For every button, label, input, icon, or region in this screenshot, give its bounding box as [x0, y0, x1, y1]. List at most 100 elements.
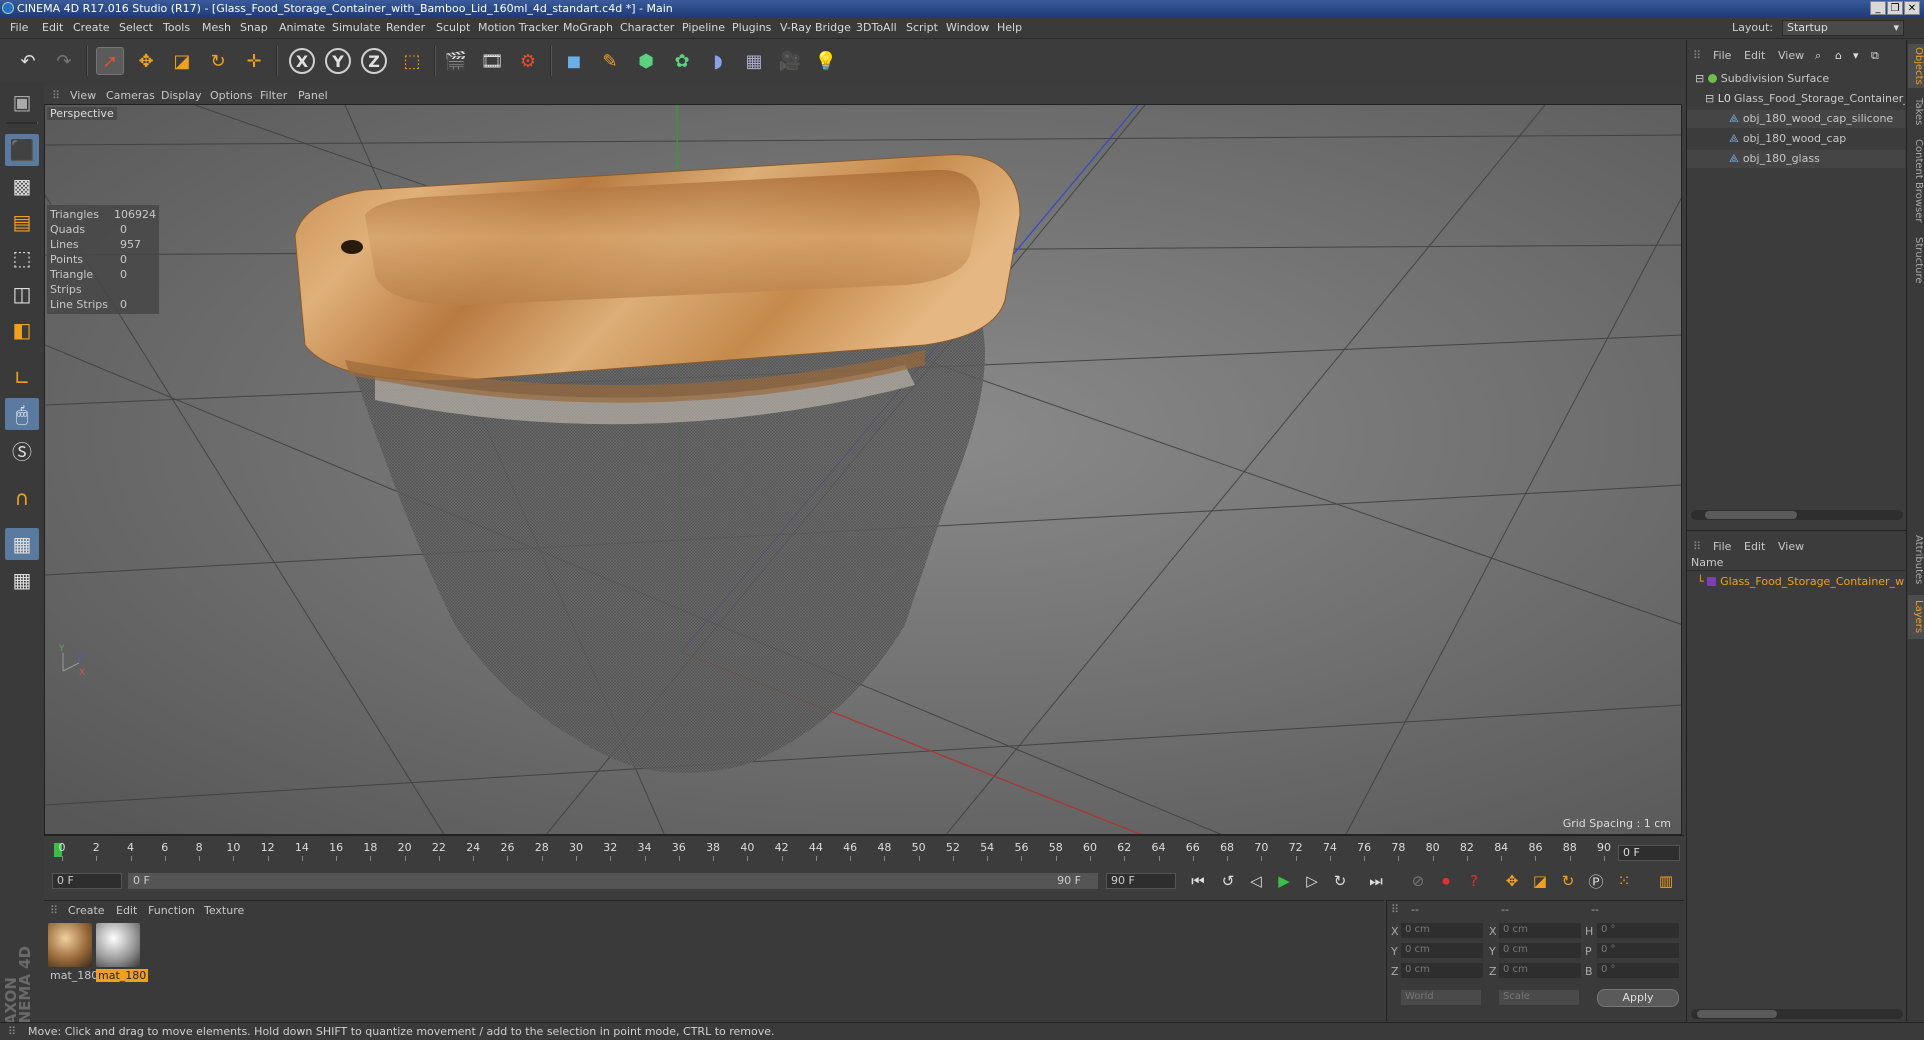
- layer-menu-file[interactable]: File: [1713, 540, 1731, 553]
- horizontal-scrollbar[interactable]: [1691, 510, 1903, 520]
- scrollbar-thumb[interactable]: [1697, 1010, 1777, 1018]
- menu-select[interactable]: Select: [119, 21, 153, 34]
- cube-object-icon[interactable]: ◼: [560, 47, 588, 75]
- scale-icon[interactable]: ◪: [168, 47, 196, 75]
- menu-script[interactable]: Script: [906, 21, 938, 34]
- drag-handle-icon[interactable]: ⠿: [50, 904, 58, 917]
- end-frame-field[interactable]: 90 F: [1106, 873, 1176, 889]
- tree-item-subdivision-surface[interactable]: ⊟ Subdivision Surface: [1687, 70, 1905, 88]
- horizontal-scrollbar[interactable]: [1691, 1009, 1903, 1019]
- viewport-menu-view[interactable]: View: [70, 89, 96, 102]
- previous-frame-icon[interactable]: ◁: [1244, 870, 1268, 892]
- make-editable-icon[interactable]: ▣: [5, 86, 39, 118]
- menu-file[interactable]: File: [10, 21, 28, 34]
- drag-handle-icon[interactable]: ⠿: [1391, 903, 1399, 916]
- close-button[interactable]: ✕: [1904, 1, 1920, 15]
- key-rotation-icon[interactable]: ↻: [1556, 870, 1580, 892]
- viewport-menu-cameras[interactable]: Cameras: [106, 89, 155, 102]
- minimize-button[interactable]: _: [1870, 1, 1886, 15]
- layer-color-swatch[interactable]: [1707, 577, 1717, 586]
- rotation-b-field[interactable]: 0 °: [1597, 963, 1679, 978]
- viewport-menu-panel[interactable]: Panel: [298, 89, 328, 102]
- scrollbar-thumb[interactable]: [1705, 511, 1797, 519]
- menu-edit[interactable]: Edit: [42, 21, 63, 34]
- material-swatch-glass[interactable]: [96, 923, 140, 967]
- record-keys-icon[interactable]: ⏺: [1434, 870, 1458, 892]
- menu-tools[interactable]: Tools: [163, 21, 190, 34]
- go-to-start-icon[interactable]: ⏮: [1186, 870, 1210, 892]
- menu-create[interactable]: Create: [73, 21, 110, 34]
- layout-dropdown[interactable]: Startup ▾: [1782, 20, 1904, 36]
- position-z-field[interactable]: 0 cm: [1401, 963, 1483, 978]
- key-scale-icon[interactable]: ◪: [1528, 870, 1552, 892]
- menu-animate[interactable]: Animate: [279, 21, 325, 34]
- maximize-button[interactable]: ❐: [1887, 1, 1903, 15]
- object-menu-view[interactable]: View: [1778, 49, 1804, 62]
- position-x-field[interactable]: 0 cm: [1401, 923, 1483, 938]
- timeline-window-icon[interactable]: ▥: [1654, 870, 1678, 892]
- object-menu-file[interactable]: File: [1713, 49, 1731, 62]
- drag-handle-icon[interactable]: ⠿: [1693, 49, 1701, 62]
- pen-spline-icon[interactable]: ✎: [596, 47, 624, 75]
- new-window-icon[interactable]: ⧉: [1871, 49, 1879, 63]
- menu-plugins[interactable]: Plugins: [732, 21, 771, 34]
- previous-key-icon[interactable]: ↺: [1216, 870, 1240, 892]
- rotation-h-field[interactable]: 0 °: [1597, 923, 1679, 938]
- render-view-icon[interactable]: 🎬: [442, 47, 470, 75]
- size-y-field[interactable]: 0 cm: [1499, 943, 1581, 958]
- workplane-icon[interactable]: ▤: [5, 206, 39, 238]
- tree-item-container-null[interactable]: ⊟ L0 Glass_Food_Storage_Container_wi: [1687, 90, 1905, 108]
- locked-workplane-icon[interactable]: ▦: [5, 528, 39, 560]
- drag-handle-icon[interactable]: ⠿: [52, 89, 60, 102]
- record-disabled-icon[interactable]: ⊘: [1406, 870, 1430, 892]
- material-menu-texture[interactable]: Texture: [204, 904, 244, 917]
- tab-layers[interactable]: Layers: [1908, 595, 1924, 639]
- model-mode-icon[interactable]: ⬛: [5, 134, 39, 166]
- auto-keying-icon[interactable]: ?: [1462, 870, 1486, 892]
- tab-attributes[interactable]: Attributes: [1908, 530, 1924, 590]
- menu-motion-tracker[interactable]: Motion Tracker: [478, 21, 558, 34]
- magnet-icon[interactable]: ∩: [5, 482, 39, 514]
- render-settings-icon[interactable]: ⚙: [514, 47, 542, 75]
- menu-mograph[interactable]: MoGraph: [563, 21, 613, 34]
- move-icon[interactable]: ✥: [132, 47, 160, 75]
- coordinate-mode-dropdown[interactable]: World: [1401, 990, 1481, 1005]
- next-key-icon[interactable]: ↻: [1328, 870, 1352, 892]
- subdivision-surface-icon[interactable]: ⬢: [632, 47, 660, 75]
- deformer-icon[interactable]: ◗: [704, 47, 732, 75]
- current-frame-field[interactable]: 0 F: [1618, 845, 1680, 861]
- key-pla-icon[interactable]: ⁙: [1612, 870, 1636, 892]
- axis-mode-icon[interactable]: ∟: [5, 362, 39, 394]
- tweak-mode-icon[interactable]: 🖱: [5, 398, 39, 430]
- position-y-field[interactable]: 0 cm: [1401, 943, 1483, 958]
- viewport-menu-filter[interactable]: Filter: [260, 89, 287, 102]
- live-selection-icon[interactable]: ➚: [96, 47, 124, 75]
- size-z-field[interactable]: 0 cm: [1499, 963, 1581, 978]
- tab-content-browser[interactable]: Content Browser: [1908, 136, 1924, 226]
- y-axis-lock-button[interactable]: Y: [325, 48, 351, 74]
- object-menu-edit[interactable]: Edit: [1744, 49, 1765, 62]
- coordinate-system-icon[interactable]: ⬚: [398, 47, 426, 75]
- transform-icon[interactable]: ✛: [240, 47, 268, 75]
- render-picture-viewer-icon[interactable]: 🎞: [478, 47, 506, 75]
- cloner-icon[interactable]: ✿: [668, 47, 696, 75]
- layer-row[interactable]: └ Glass_Food_Storage_Container_witl: [1687, 573, 1905, 591]
- tab-structure[interactable]: Structure: [1908, 230, 1924, 290]
- play-icon[interactable]: ▶: [1272, 870, 1296, 892]
- snapping-icon[interactable]: Ⓢ: [5, 434, 39, 466]
- rotation-p-field[interactable]: 0 °: [1597, 943, 1679, 958]
- size-x-field[interactable]: 0 cm: [1499, 923, 1581, 938]
- home-icon[interactable]: ⌂: [1835, 49, 1842, 62]
- material-menu-edit[interactable]: Edit: [116, 904, 137, 917]
- light-icon[interactable]: 💡: [812, 47, 840, 75]
- go-to-end-icon[interactable]: ⏭: [1364, 870, 1388, 892]
- undo-icon[interactable]: ↶: [14, 47, 42, 75]
- timeline-ruler[interactable]: 0 2 4 6 8 10 12 14 16 18 20 22 24 26 28 30 32 34 36 38 40 42 4…: [44, 835, 1684, 862]
- apply-button[interactable]: Apply: [1597, 989, 1679, 1007]
- key-parameter-icon[interactable]: Ⓟ: [1584, 870, 1608, 892]
- menu-render[interactable]: Render: [386, 21, 425, 34]
- menu-window[interactable]: Window: [946, 21, 989, 34]
- material-swatch-wood[interactable]: [48, 923, 92, 967]
- menu-snap[interactable]: Snap: [240, 21, 268, 34]
- menu-mesh[interactable]: Mesh: [202, 21, 231, 34]
